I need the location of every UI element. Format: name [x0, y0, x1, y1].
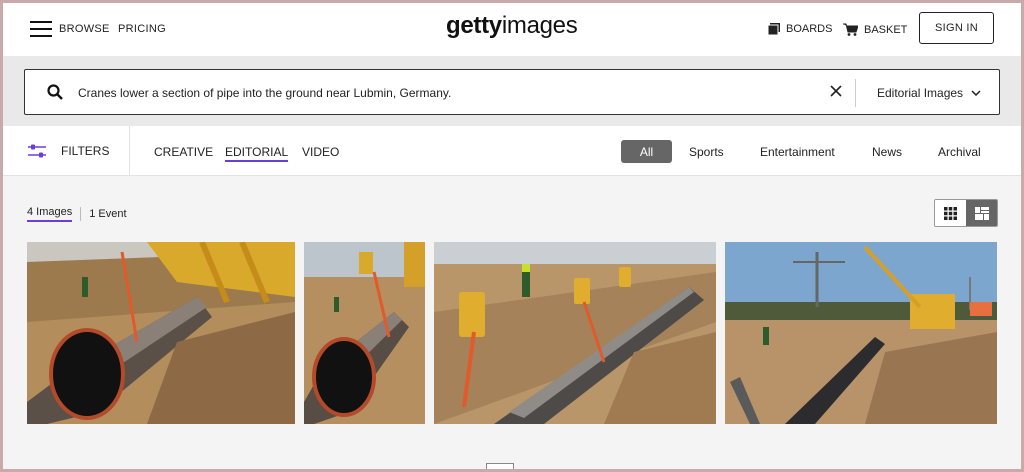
menu-icon[interactable] — [30, 21, 52, 37]
category-entertainment[interactable]: Entertainment — [760, 145, 835, 159]
tab-video[interactable]: VIDEO — [302, 145, 339, 159]
result-image-1[interactable] — [27, 242, 295, 424]
images-count-tab[interactable]: 4 Images — [27, 206, 73, 222]
filters-label: FILTERS — [61, 144, 110, 158]
boards-link[interactable]: BOARDS — [768, 23, 832, 35]
tab-editorial[interactable]: EDITORIAL — [225, 145, 289, 162]
category-news[interactable]: News — [872, 145, 902, 159]
close-icon[interactable] — [829, 84, 843, 98]
search-icon[interactable] — [47, 84, 63, 100]
filters-button[interactable]: FILTERS — [27, 143, 109, 159]
mosaic-view-icon — [974, 206, 989, 220]
top-navigation: BROWSE PRICING gettyimages BOARDS BASKET… — [3, 3, 1021, 56]
result-image-4[interactable] — [725, 242, 997, 424]
pricing-link[interactable]: PRICING — [118, 23, 166, 35]
logo-light-text: images — [501, 12, 578, 39]
getty-images-logo[interactable]: gettyimages — [446, 12, 578, 40]
count-separator — [80, 207, 82, 221]
filters-icon — [28, 144, 46, 158]
basket-link[interactable]: BASKET — [843, 23, 907, 36]
basket-label: BASKET — [864, 23, 908, 36]
category-all[interactable]: All — [621, 140, 672, 163]
sign-in-button[interactable]: SIGN IN — [919, 12, 994, 44]
grid-view-icon — [944, 206, 957, 220]
view-toggle — [934, 199, 998, 227]
mosaic-view-button[interactable] — [966, 200, 997, 226]
filter-bar: FILTERS CREATIVE EDITORIAL VIDEO All Spo… — [3, 126, 1021, 176]
grid-view-button[interactable] — [935, 200, 966, 226]
result-counts: 4 Images 1 Event — [27, 206, 127, 222]
browse-link[interactable]: BROWSE — [59, 23, 110, 35]
search-divider — [855, 79, 856, 107]
category-archival[interactable]: Archival — [938, 145, 981, 159]
chevron-down-icon — [971, 90, 981, 96]
filter-divider — [129, 126, 130, 176]
events-count-tab[interactable]: 1 Event — [89, 208, 126, 220]
search-input[interactable]: Cranes lower a section of pipe into the … — [78, 86, 451, 100]
search-box[interactable]: Cranes lower a section of pipe into the … — [24, 69, 1000, 115]
image-type-select[interactable]: Editorial Images — [877, 86, 981, 100]
category-sports[interactable]: Sports — [689, 145, 724, 159]
tab-creative[interactable]: CREATIVE — [154, 145, 213, 159]
result-image-3[interactable] — [434, 242, 716, 424]
page-frame: BROWSE PRICING gettyimages BOARDS BASKET… — [3, 3, 1021, 469]
boards-label: BOARDS — [786, 23, 833, 35]
scroll-indicator — [486, 463, 514, 469]
boards-icon — [768, 23, 780, 35]
logo-bold-text: getty — [446, 12, 502, 39]
result-image-2[interactable] — [304, 242, 425, 424]
basket-icon — [843, 23, 858, 36]
image-type-selected: Editorial Images — [877, 86, 964, 100]
search-band: Cranes lower a section of pipe into the … — [3, 56, 1021, 126]
